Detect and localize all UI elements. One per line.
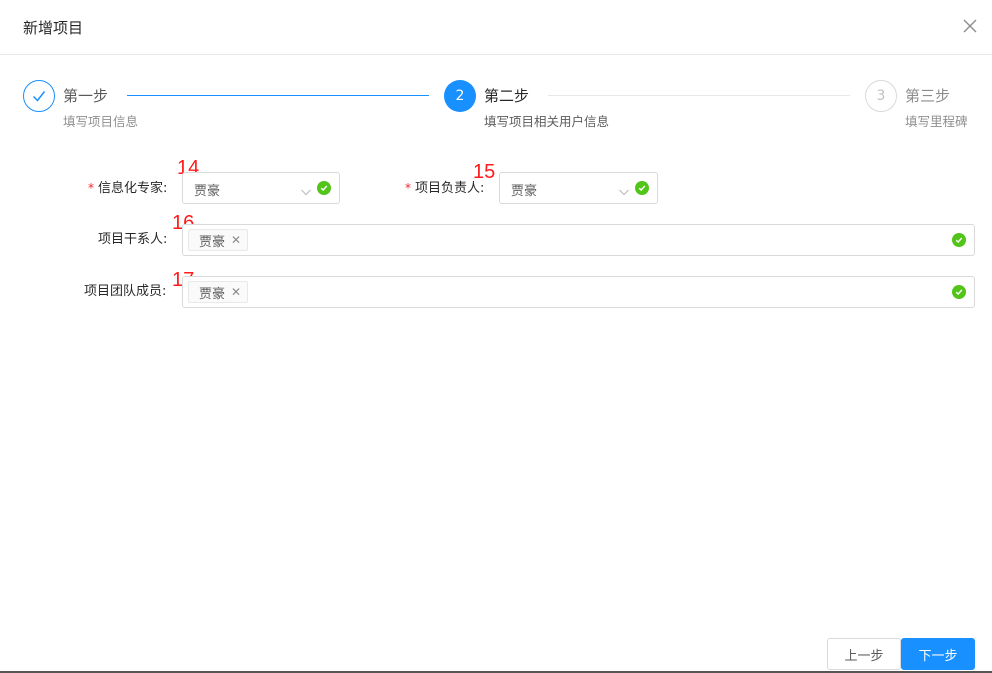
required-mark: * xyxy=(405,181,411,195)
close-icon[interactable] xyxy=(960,16,980,36)
team-member-tag: 贾豪 ✕ xyxy=(188,281,249,303)
step-title-2: 第二步 xyxy=(484,87,530,105)
check-circle-icon xyxy=(952,233,966,247)
project-lead-value: 贾豪 xyxy=(511,184,538,199)
new-project-modal: 新增项目 第一步 填写项目信息 2 第二步 填写项目相关用户信息 3 第三步 填… xyxy=(0,0,992,673)
stakeholder-tag: 贾豪 ✕ xyxy=(188,229,249,251)
check-circle-icon xyxy=(317,181,331,195)
team-members-multiselect[interactable]: 贾豪 ✕ xyxy=(182,276,975,308)
step-number-3: 3 xyxy=(865,80,897,112)
step-description-2: 填写项目相关用户信息 xyxy=(484,114,610,129)
project-lead-label: * 项目负责人: xyxy=(405,178,484,199)
project-lead-select[interactable]: 贾豪 xyxy=(499,172,658,204)
team-member-tag-label: 贾豪 xyxy=(199,286,226,302)
stakeholder-tag-label: 贾豪 xyxy=(199,234,226,250)
it-expert-value: 贾豪 xyxy=(194,184,221,199)
step-number-2: 2 xyxy=(444,80,476,112)
chevron-down-icon xyxy=(300,183,312,196)
next-step-button[interactable]: 下一步 xyxy=(901,638,975,670)
step-description-1: 填写项目信息 xyxy=(63,114,139,129)
it-expert-select[interactable]: 贾豪 xyxy=(182,172,340,204)
project-lead-label-text: 项目负责人: xyxy=(415,181,485,196)
close-icon[interactable]: ✕ xyxy=(231,286,241,298)
step-connector-2 xyxy=(548,95,850,96)
required-mark: * xyxy=(88,181,94,195)
check-icon xyxy=(23,80,55,112)
modal-header: 新增项目 xyxy=(0,0,992,55)
check-circle-icon xyxy=(952,285,966,299)
close-icon[interactable]: ✕ xyxy=(231,234,241,246)
it-expert-label-text: 信息化专家: xyxy=(98,181,168,196)
prev-step-button[interactable]: 上一步 xyxy=(827,638,901,670)
step-description-3: 填写里程碑 xyxy=(905,114,968,129)
stakeholders-label: 项目干系人: xyxy=(98,232,168,247)
step-connector-1 xyxy=(127,95,429,96)
check-circle-icon xyxy=(635,181,649,195)
stakeholders-multiselect[interactable]: 贾豪 ✕ xyxy=(182,224,975,256)
step-title-3: 第三步 xyxy=(905,87,951,105)
modal-title: 新增项目 xyxy=(23,19,84,37)
chevron-down-icon xyxy=(618,183,630,196)
step-title-1: 第一步 xyxy=(63,87,109,105)
it-expert-label: * 信息化专家: xyxy=(88,178,167,199)
team-members-label: 项目团队成员: xyxy=(84,284,167,299)
